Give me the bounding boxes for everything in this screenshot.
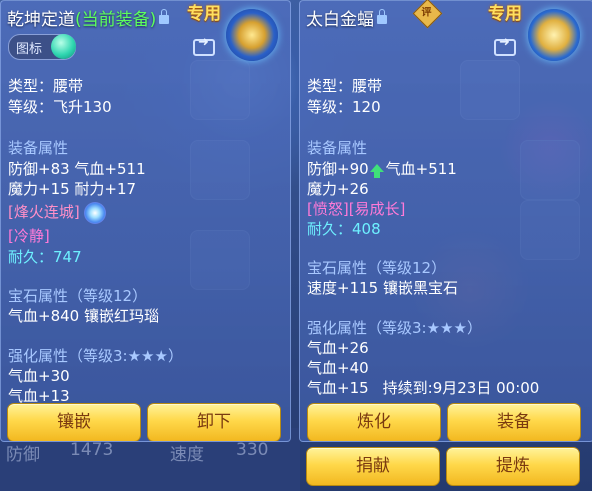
inlay-button[interactable]: 镶嵌 [7,403,141,441]
current-equip-tag: (当前装备) [75,10,157,30]
lock-icon [377,9,387,24]
equipped-item-tooltip: 乾坤定道(当前装备) 专用 图标 类型：腰带 等级：飞升130 装备属性 防御+… [0,0,291,442]
level-line: 等级：飞升130 [8,98,112,116]
gem-title: 宝石属性（等级12） [307,259,447,277]
item-name: 太白金蝠 [306,10,374,30]
durability: 耐久：408 [307,220,381,238]
enhance-line: 气血+26 [307,339,369,357]
toggle-knob-icon [51,34,76,59]
attr-line: 魔力+15 耐力+17 [8,180,137,198]
type-line: 类型：腰带 [8,77,84,95]
belt-item-icon [226,9,278,61]
lock-icon [159,9,170,24]
bg-speed-label: 速度 [170,445,204,465]
item-name: 乾坤定道 [7,10,75,30]
enhance-line: 气血+15 持续到:9月23日 00:00 [307,377,539,398]
enhance-title: 强化属性（等级3:★★★） [8,347,183,365]
equip-button[interactable]: 装备 [447,403,581,441]
type-line: 类型：腰带 [307,77,383,95]
duration-text: 持续到:9月23日 00:00 [382,379,540,397]
skill-swirl-icon [83,201,106,224]
enhance-line: 气血+30 [8,367,70,385]
attr-line: 防御+83 气血+511 [8,160,146,178]
gem-line: 气血+840 镶嵌红玛瑙 [8,307,159,325]
special-skill-label: [烽火连城] [8,203,80,221]
attr-line: 魔力+26 [307,180,369,198]
equip-attr-title: 装备属性 [8,139,69,157]
bg-defense-label: 防御 [6,445,40,465]
special-effect: [愤怒][易成长] [307,200,406,218]
enhance-line-value: 气血+15 [307,379,369,397]
special-skill: [烽火连城] [8,201,106,224]
exclusive-label: 专用 [187,4,221,24]
enhance-line: 气血+40 [307,359,369,377]
belt-item-icon [528,9,580,61]
item-title: 乾坤定道(当前装备) [7,5,170,30]
bg-defense-value: 1473 [70,440,114,460]
icon-toggle-label: 图标 [16,42,43,57]
extract-button[interactable]: 提炼 [446,447,580,486]
gem-line: 速度+115 镶嵌黑宝石 [307,279,458,297]
hp-value: 气血+511 [385,160,457,178]
donate-button[interactable]: 捐献 [306,447,440,486]
durability: 耐久：747 [8,248,82,266]
bg-speed-value: 330 [236,440,269,460]
special-effect: [冷静] [8,227,50,245]
enhance-title: 强化属性（等级3:★★★） [307,319,482,337]
share-icon[interactable] [494,35,516,56]
defense-value: 防御+90 [307,160,369,178]
refine-button[interactable]: 炼化 [307,403,441,441]
equip-attr-title: 装备属性 [307,139,368,157]
exclusive-label: 专用 [488,4,522,24]
share-icon[interactable] [193,35,215,56]
rating-badge-label: 评 [421,7,432,19]
level-line: 等级：120 [307,98,381,116]
icon-toggle[interactable]: 图标 [8,34,76,60]
compare-item-tooltip: 太白金蝠 专用 类型：腰带 等级：120 装备属性 防御+90 气血+511 魔力… [299,0,592,442]
increase-arrow-icon [369,164,384,178]
item-title: 太白金蝠 [306,5,387,30]
gem-title: 宝石属性（等级12） [8,287,148,305]
unequip-button[interactable]: 卸下 [147,403,281,441]
attr-line: 防御+90 气血+511 [307,158,457,179]
